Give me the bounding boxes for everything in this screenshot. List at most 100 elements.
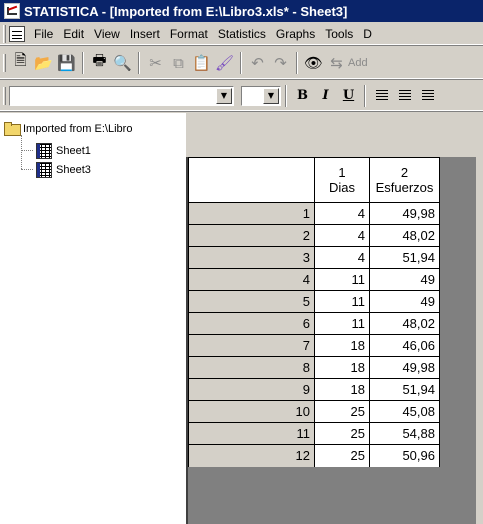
tree-connector [21,135,22,169]
tree-connector [21,169,33,170]
menu-bar: File Edit View Insert Format Statistics … [0,23,483,45]
cell-dias[interactable]: 4 [314,224,370,247]
cell-dias[interactable]: 11 [314,290,370,313]
document-menu-icon[interactable] [9,25,25,42]
row-header[interactable]: 6 [188,312,315,335]
cell-dias[interactable]: 25 [314,444,370,467]
cell-esfuerzos[interactable]: 45,08 [369,400,440,423]
align-right-icon [421,90,434,101]
cell-esfuerzos[interactable]: 48,02 [369,312,440,335]
row-header[interactable]: 3 [188,246,315,269]
cell-esfuerzos[interactable]: 54,88 [369,422,440,445]
table-row: 7 18 46,06 [188,334,440,357]
format-toolbar-grip[interactable] [3,86,6,105]
cell-dias[interactable]: 18 [314,356,370,379]
undo-icon[interactable]: ↶ [246,52,269,74]
print-preview-icon[interactable]: 🔍 [111,52,134,74]
cell-esfuerzos[interactable]: 51,94 [369,246,440,269]
cell-esfuerzos[interactable]: 46,06 [369,334,440,357]
underline-button[interactable]: U [337,85,360,107]
copy-icon[interactable]: ⧉ [167,52,190,74]
font-name-dropdown-arrow-icon[interactable]: ▼ [216,87,232,104]
row-header[interactable]: 8 [188,356,315,379]
tree-item-sheet1[interactable]: Sheet1 [36,142,91,159]
grid-vertical-scroll-edge[interactable] [475,157,483,524]
row-header[interactable]: 7 [188,334,315,357]
row-header[interactable]: 4 [188,268,315,291]
new-document-icon[interactable]: 🗎 [9,51,32,74]
table-row: 10 25 45,08 [188,400,440,423]
table-row: 1 4 49,98 [188,202,440,225]
cell-dias[interactable]: 4 [314,246,370,269]
save-disk-icon[interactable]: 💾 [55,52,78,74]
menu-statistics[interactable]: Statistics [213,27,271,41]
menu-data-partial[interactable]: D [358,27,377,41]
table-row: 6 11 48,02 [188,312,440,335]
font-size-dropdown-arrow-icon[interactable]: ▼ [263,87,279,104]
cell-esfuerzos[interactable]: 48,02 [369,224,440,247]
column-number: 1 [338,165,346,180]
folder-icon [4,122,21,136]
menu-insert[interactable]: Insert [125,27,165,41]
cut-icon[interactable]: ✂ [144,52,167,74]
add-button[interactable]: Add [348,57,368,69]
row-header[interactable]: 10 [188,400,315,423]
italic-button[interactable]: I [314,85,337,107]
align-center-icon [398,90,411,101]
table-row: 2 4 48,02 [188,224,440,247]
font-name-combo[interactable]: ▼ [9,85,234,106]
align-left-button[interactable] [370,85,393,107]
cell-esfuerzos[interactable]: 49,98 [369,202,440,225]
cell-dias[interactable]: 11 [314,268,370,291]
menu-edit[interactable]: Edit [58,27,89,41]
table-row: 12 25 50,96 [188,444,440,467]
statistica-app-icon[interactable] [4,3,20,19]
cell-esfuerzos[interactable]: 51,94 [369,378,440,401]
row-header[interactable]: 9 [188,378,315,401]
toolbar-grip[interactable] [3,53,6,72]
window-title: STATISTICA - [Imported from E:\Libro3.xl… [24,3,348,19]
align-center-button[interactable] [393,85,416,107]
bold-button[interactable]: B [291,85,314,107]
grid-corner-cell[interactable] [188,157,315,203]
title-bar[interactable]: STATISTICA - [Imported from E:\Libro3.xl… [0,0,483,22]
tree-root-item[interactable]: Imported from E:\Libro [4,120,132,137]
redo-icon[interactable]: ↷ [269,52,292,74]
open-folder-icon[interactable]: 📂 [32,52,55,74]
menu-graphs[interactable]: Graphs [271,27,320,41]
menubar-grip[interactable] [3,24,6,43]
find-binoculars-icon[interactable]: 👁 [302,52,325,74]
cell-dias[interactable]: 25 [314,400,370,423]
spreadsheet-grid: 1 Dias 2 Esfuerzos 1 4 49,98 2 4 48,02 3… [186,157,483,524]
paste-icon[interactable]: 📋 [190,52,213,74]
toolbar-separator [240,51,242,74]
table-row: 3 4 51,94 [188,246,440,269]
menu-file[interactable]: File [29,27,58,41]
cell-esfuerzos[interactable]: 49 [369,290,440,313]
row-header[interactable]: 11 [188,422,315,445]
cell-dias[interactable]: 4 [314,202,370,225]
align-right-button[interactable] [416,85,439,107]
menu-format[interactable]: Format [165,27,213,41]
print-icon[interactable]: 🖶 [88,51,111,74]
format-painter-icon[interactable]: 🖌 [213,52,236,74]
cell-esfuerzos[interactable]: 49,98 [369,356,440,379]
row-header[interactable]: 12 [188,444,315,467]
cell-dias[interactable]: 11 [314,312,370,335]
font-size-combo[interactable]: ▼ [241,85,281,106]
replace-icon[interactable]: ⇆ [325,52,348,74]
cell-dias[interactable]: 18 [314,334,370,357]
row-header[interactable]: 2 [188,224,315,247]
column-header-esfuerzos[interactable]: 2 Esfuerzos [369,157,440,203]
tree-item-sheet3[interactable]: Sheet3 [36,161,91,178]
row-header[interactable]: 5 [188,290,315,313]
cell-dias[interactable]: 18 [314,378,370,401]
cell-dias[interactable]: 25 [314,422,370,445]
row-header[interactable]: 1 [188,202,315,225]
cell-esfuerzos[interactable]: 49 [369,268,440,291]
table-row: 11 25 54,88 [188,422,440,445]
cell-esfuerzos[interactable]: 50,96 [369,444,440,467]
menu-tools[interactable]: Tools [320,27,358,41]
column-header-dias[interactable]: 1 Dias [314,157,370,203]
menu-view[interactable]: View [89,27,125,41]
